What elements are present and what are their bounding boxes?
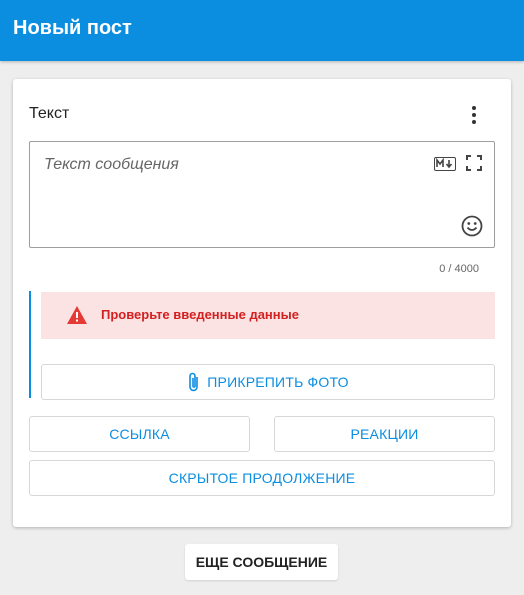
- char-counter: 0 / 4000: [439, 263, 479, 275]
- validation-alert: Проверьте введенные данные: [41, 292, 495, 339]
- alert-message: Проверьте введенные данные: [101, 307, 299, 322]
- reactions-button[interactable]: РЕАКЦИИ: [274, 416, 495, 452]
- group-indicator: [29, 291, 31, 398]
- attach-photo-label: ПРИКРЕПИТЬ ФОТО: [207, 374, 349, 390]
- fullscreen-icon[interactable]: [466, 155, 482, 171]
- link-button[interactable]: ССЫЛКА: [29, 416, 250, 452]
- section-title: Текст: [29, 105, 70, 122]
- emoji-icon[interactable]: [461, 215, 483, 237]
- attach-photo-button[interactable]: ПРИКРЕПИТЬ ФОТО: [41, 364, 495, 400]
- app-bar: Новый пост: [0, 0, 524, 61]
- page-title: Новый пост: [13, 17, 132, 39]
- more-vert-icon[interactable]: [464, 103, 484, 127]
- warning-icon: [66, 305, 88, 325]
- hidden-continuation-button[interactable]: СКРЫТОЕ ПРОДОЛЖЕНИЕ: [29, 460, 495, 496]
- message-editor[interactable]: Текст сообщения: [29, 141, 495, 248]
- post-card: Текст Текст сообщения 0 / 4000 Проверьте…: [13, 79, 511, 527]
- paperclip-icon: [187, 371, 201, 393]
- more-message-button[interactable]: ЕЩЕ СООБЩЕНИЕ: [185, 544, 338, 580]
- message-input-placeholder[interactable]: Текст сообщения: [44, 156, 179, 174]
- markdown-icon[interactable]: [434, 157, 456, 171]
